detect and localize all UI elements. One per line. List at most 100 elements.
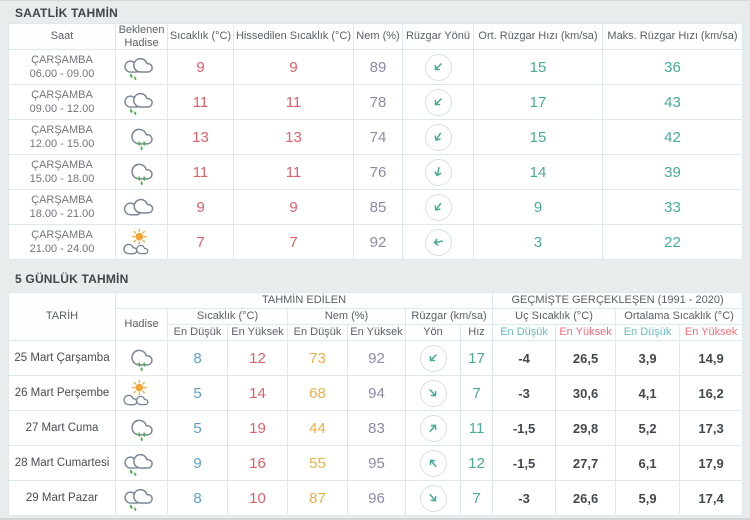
wind-speed-cell: 7 [459, 480, 494, 517]
day-time-cell: ÇARŞAMBA 21.00 - 24.00 [8, 224, 116, 261]
wind-direction-arrow-icon [419, 414, 447, 442]
day-time-cell: ÇARŞAMBA 18.00 - 21.00 [8, 189, 116, 226]
humidity-low-cell: 87 [287, 480, 348, 517]
avg-high-cell: 14,9 [679, 340, 744, 377]
date-cell: 25 Mart Çarşamba [8, 340, 116, 377]
temp-high-cell: 10 [227, 480, 288, 517]
date-cell: 27 Mart Cuma [8, 410, 116, 447]
column-header-sicaklik: Sıcaklık (°C) [167, 22, 234, 51]
avg-wind-speed-cell: 17 [473, 84, 603, 121]
time-range-label: 06.00 - 09.00 [29, 68, 95, 81]
hourly-row: ÇARŞAMBA 12.00 - 15.00 13 13 74 15 42 [8, 119, 743, 156]
humidity-low-cell: 55 [287, 445, 348, 482]
feels-like-cell: 11 [233, 154, 354, 191]
extreme-high-cell: 30,6 [555, 375, 617, 412]
day-time-cell: ÇARŞAMBA 12.00 - 15.00 [8, 119, 116, 156]
day-label: ÇARŞAMBA [31, 158, 93, 171]
day-label: ÇARŞAMBA [31, 193, 93, 206]
feels-like-cell: 13 [233, 119, 354, 156]
column-header-ext-high: En Yüksek [555, 324, 617, 342]
date-cell: 26 Mart Perşembe [8, 375, 116, 412]
date-cell: 28 Mart Cumartesi [8, 445, 116, 482]
column-header-nem: Nem (%) [353, 22, 403, 51]
weather-icon-cell [115, 445, 168, 482]
avg-wind-speed-cell: 15 [473, 119, 603, 156]
wind-direction-arrow-icon [424, 193, 452, 221]
temperature-cell: 9 [167, 189, 234, 226]
wind-direction-arrow-icon [419, 344, 447, 372]
column-header-hadise: Hadise [115, 308, 168, 342]
wind-direction-cell [405, 410, 461, 447]
avg-low-cell: 3,9 [615, 340, 681, 377]
humidity-high-cell: 92 [347, 340, 406, 377]
wind-speed-cell: 7 [459, 375, 494, 412]
group-header-ruzgar: Rüzgar (km/sa) [404, 308, 494, 326]
wind-direction-cell [405, 375, 461, 412]
wind-direction-cell [402, 119, 474, 156]
temperature-cell: 13 [167, 119, 234, 156]
column-header-hiz: Hız [459, 324, 494, 342]
clouds-icon [122, 193, 162, 222]
daily-row: 25 Mart Çarşamba 8 12 73 92 17 -4 26,5 3… [8, 340, 744, 377]
wind-direction-arrow-icon [424, 228, 452, 256]
weather-icon-cell [115, 119, 168, 156]
weather-icon-cell [115, 340, 168, 377]
avg-wind-speed-cell: 15 [473, 49, 603, 86]
extreme-low-cell: -1,5 [492, 445, 557, 482]
column-header-temp-low: En Düşük [167, 324, 228, 342]
temp-low-cell: 8 [167, 340, 228, 377]
wind-direction-cell [402, 49, 474, 86]
group-header-nem: Nem (%) [287, 308, 406, 326]
day-label: ÇARŞAMBA [31, 228, 93, 241]
extreme-low-cell: -1,5 [492, 410, 557, 447]
time-range-label: 21.00 - 24.00 [29, 243, 95, 256]
day-time-cell: ÇARŞAMBA 06.00 - 09.00 [8, 49, 116, 86]
humidity-low-cell: 44 [287, 410, 348, 447]
column-header-hum-high: En Yüksek [347, 324, 406, 342]
temp-high-cell: 12 [227, 340, 288, 377]
weather-icon-cell [115, 375, 168, 412]
clouds-rain-icon [122, 88, 162, 117]
extreme-low-cell: -3 [492, 375, 557, 412]
extreme-high-cell: 26,6 [555, 480, 617, 517]
weather-icon-cell [115, 480, 168, 517]
day-label: ÇARŞAMBA [31, 53, 93, 66]
daily-row: 26 Mart Perşembe 5 14 68 94 7 -3 30,6 4,… [8, 375, 744, 412]
avg-high-cell: 17,3 [679, 410, 744, 447]
humidity-cell: 89 [353, 49, 403, 86]
humidity-high-cell: 83 [347, 410, 406, 447]
wind-speed-cell: 12 [459, 445, 494, 482]
group-header-tahmin-edilen: TAHMİN EDİLEN [114, 292, 494, 310]
hourly-row: ÇARŞAMBA 09.00 - 12.00 11 11 78 17 43 [8, 84, 743, 121]
clouds-rain-icon [122, 484, 162, 513]
wind-direction-arrow-icon [419, 379, 447, 407]
extreme-high-cell: 29,8 [555, 410, 617, 447]
temperature-cell: 11 [167, 154, 234, 191]
avg-wind-speed-cell: 9 [473, 189, 603, 226]
wind-direction-arrow-icon [424, 158, 452, 186]
daily-forecast-table: TARİH TAHMİN EDİLEN GEÇMİŞTE GERÇEKLEŞEN… [8, 292, 744, 517]
clouds-rain-icon [122, 449, 162, 478]
hourly-row: ÇARŞAMBA 06.00 - 09.00 9 9 89 15 36 [8, 49, 743, 86]
column-header-temp-high: En Yüksek [227, 324, 288, 342]
humidity-low-cell: 68 [287, 375, 348, 412]
day-label: ÇARŞAMBA [31, 88, 93, 101]
temp-high-cell: 16 [227, 445, 288, 482]
humidity-high-cell: 96 [347, 480, 406, 517]
time-range-label: 12.00 - 15.00 [29, 138, 95, 151]
temperature-cell: 7 [167, 224, 234, 261]
column-header-tarih: TARİH [8, 292, 116, 342]
avg-high-cell: 16,2 [679, 375, 744, 412]
wind-direction-arrow-icon [419, 449, 447, 477]
extreme-low-cell: -3 [492, 480, 557, 517]
feels-like-cell: 9 [233, 49, 354, 86]
sun-clouds-icon [122, 228, 162, 257]
column-header-ort-ruzgar-hizi: Ort. Rüzgar Hızı (km/sa) [473, 22, 603, 51]
humidity-cell: 78 [353, 84, 403, 121]
temp-high-cell: 14 [227, 375, 288, 412]
time-range-label: 09.00 - 12.00 [29, 103, 95, 116]
daily-header-group-row: TARİH TAHMİN EDİLEN GEÇMİŞTE GERÇEKLEŞEN… [8, 292, 744, 342]
hourly-row: ÇARŞAMBA 21.00 - 24.00 7 7 92 3 22 [8, 224, 743, 261]
weather-icon-cell [115, 189, 168, 226]
humidity-cell: 85 [353, 189, 403, 226]
